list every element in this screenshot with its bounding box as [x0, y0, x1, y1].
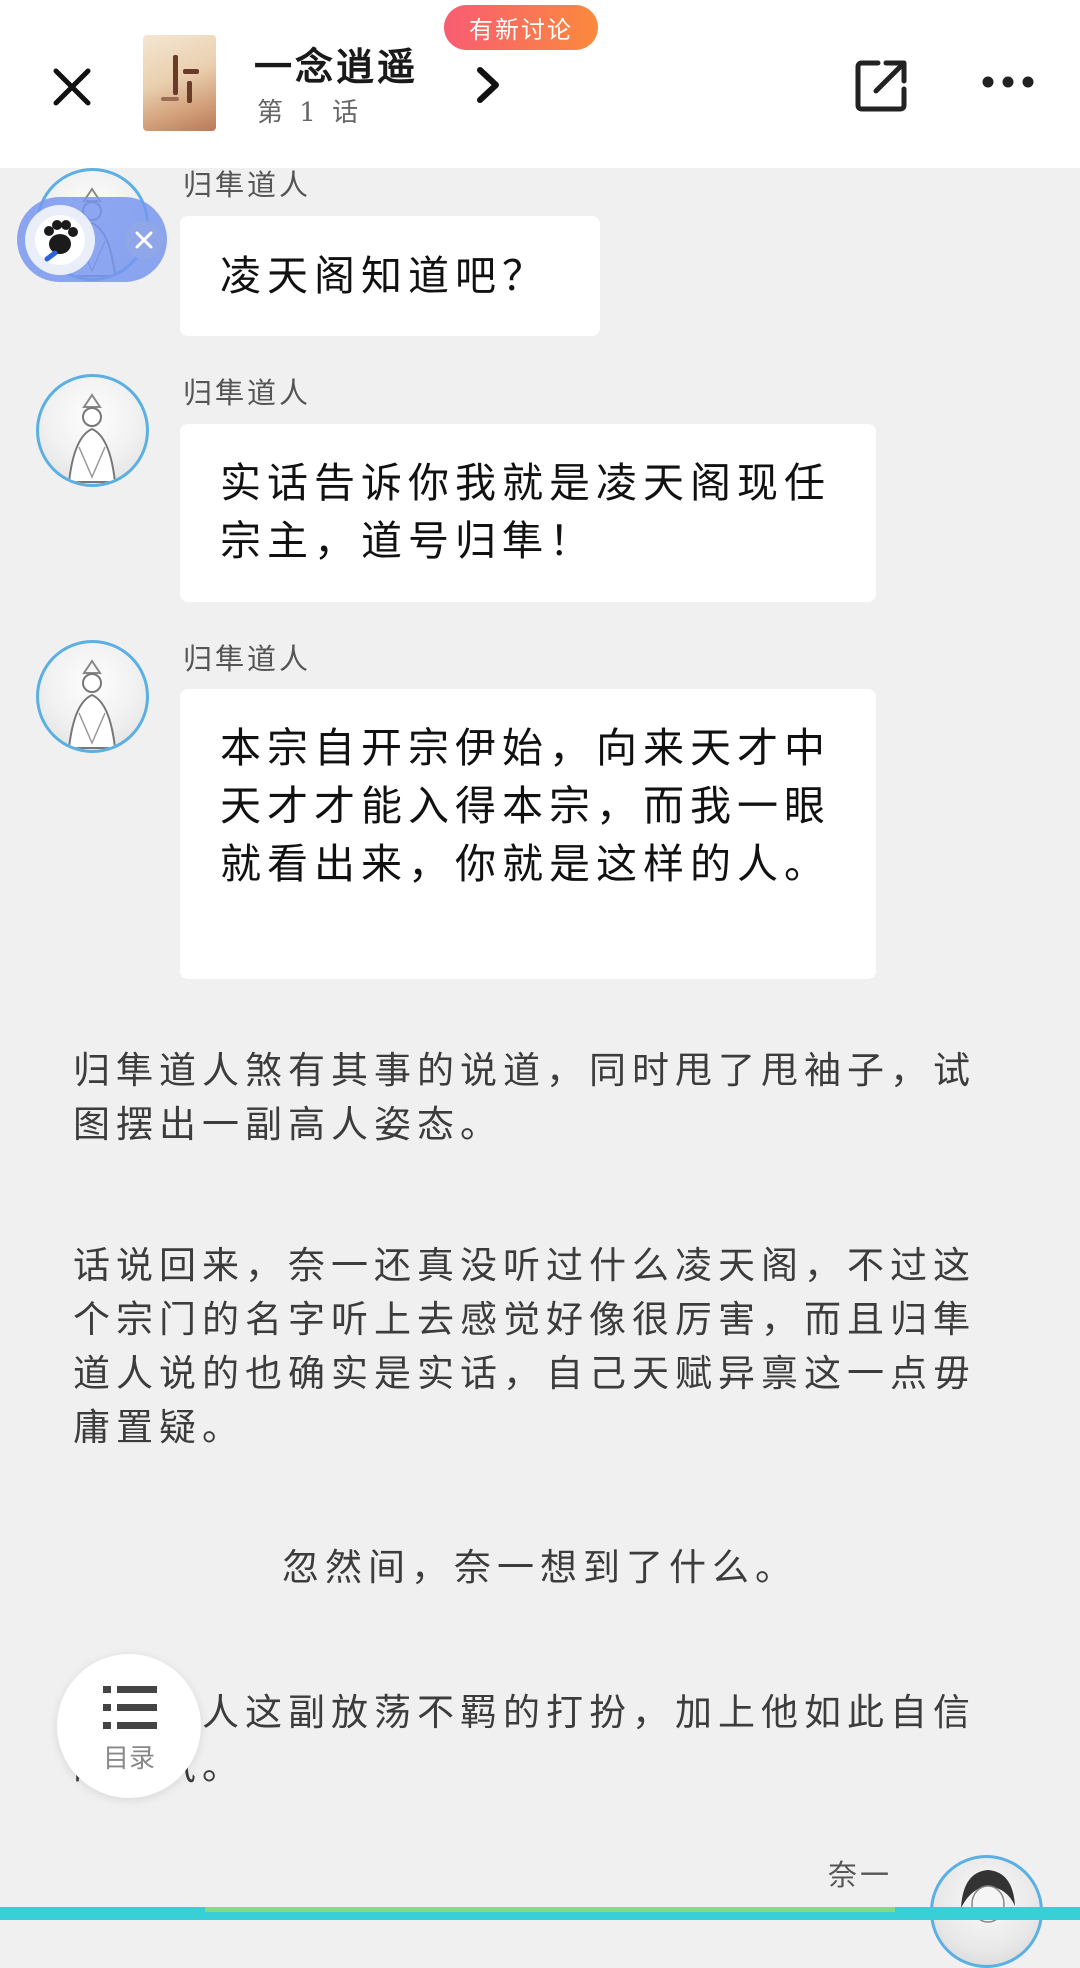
- assistant-button[interactable]: [25, 205, 95, 275]
- table-of-contents-button[interactable]: 目录: [57, 1654, 201, 1798]
- reading-assistant-bubble[interactable]: [17, 197, 167, 282]
- assistant-close-button[interactable]: [125, 221, 163, 259]
- narration-paragraph: 忽然间，奈一想到了什么。: [282, 1546, 798, 1589]
- speaker-name: 归隼道人: [183, 376, 312, 410]
- more-icon[interactable]: [978, 62, 1038, 102]
- top-bar: 一念逍遥 第 1 话 有新讨论: [0, 0, 1080, 168]
- chapter-label: 第 1 话: [257, 98, 363, 128]
- character-portrait: [67, 659, 117, 749]
- book-cover[interactable]: [143, 35, 216, 131]
- narration-paragraph: 话说回来，奈一还真没听过什么凌天阁，不过这个宗门的名字听上去感觉好像很厉害，而且…: [73, 1244, 976, 1449]
- chevron-right-icon[interactable]: [468, 62, 508, 108]
- bottom-progress-bar: [0, 1907, 1080, 1920]
- share-icon[interactable]: [852, 55, 912, 115]
- chat-bubble: 本宗自开宗伊始，向来天才中天才才能入得本宗，而我一眼就看出来，你就是这样的人。: [180, 689, 876, 979]
- avatar[interactable]: [36, 374, 149, 487]
- speaker-name: 奈一: [828, 1858, 893, 1892]
- toc-label: 目录: [102, 1744, 155, 1774]
- new-discussion-badge[interactable]: 有新讨论: [444, 5, 598, 50]
- chat-bubble: 实话告诉你我就是凌天阁现任宗主，道号归隼！: [180, 424, 876, 602]
- speaker-name: 归隼道人: [183, 642, 312, 676]
- chat-bubble: 凌天阁知道吧？: [180, 216, 600, 336]
- narration-paragraph: 归隼道人煞有其事的说道，同时甩了甩袖子，试图摆出一副高人姿态。: [73, 1049, 976, 1146]
- paw-icon: [35, 215, 85, 265]
- avatar[interactable]: [36, 640, 149, 753]
- close-button[interactable]: [40, 55, 104, 119]
- book-title[interactable]: 一念逍遥: [254, 36, 418, 91]
- narration-paragraph: 归隼道人这副放荡不羁的打扮，加上他如此自信的语气。: [73, 1691, 976, 1788]
- speaker-name: 归隼道人: [183, 168, 312, 202]
- character-portrait: [67, 393, 117, 483]
- list-icon: [103, 1686, 157, 1729]
- close-icon: [135, 231, 153, 249]
- close-icon: [53, 68, 91, 106]
